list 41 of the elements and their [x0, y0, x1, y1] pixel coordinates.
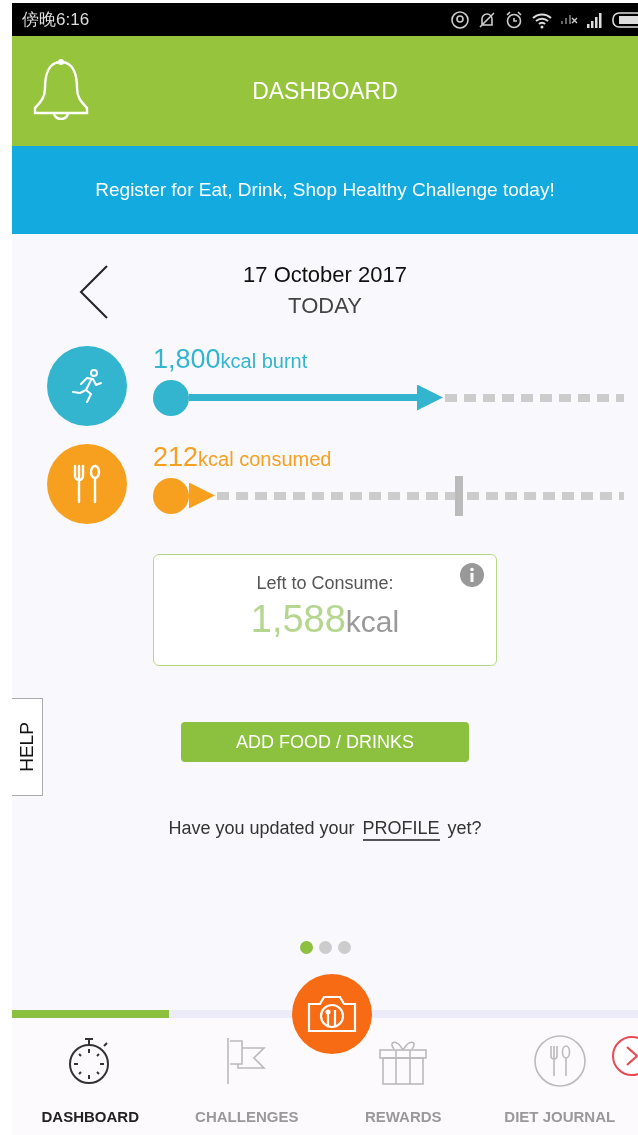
wifi-icon: [531, 10, 553, 29]
summary-value: 1,588kcal: [250, 598, 400, 641]
help-tab[interactable]: HELP: [12, 698, 43, 796]
metric-value: 1,800kcal burnt: [153, 343, 309, 375]
fork-spoon-icon: [532, 1034, 587, 1088]
profile-prompt-text: yet?: [447, 818, 482, 840]
signal-icon: [560, 14, 578, 25]
page-dot[interactable]: [337, 941, 351, 954]
info-icon[interactable]: [460, 563, 484, 587]
metric-value: 212kcal consumed: [153, 441, 333, 473]
chevron-right-icon: [625, 1045, 638, 1067]
camera-icon: [306, 994, 358, 1034]
profile-link[interactable]: PROFILE: [362, 818, 440, 841]
tab-label: DASHBOARD: [41, 1108, 139, 1125]
nav-tab[interactable]: DASHBOARD: [12, 1018, 169, 1135]
goal-marker: [455, 475, 463, 516]
hotspot-icon: [450, 9, 470, 30]
nav-tab[interactable]: CHALLENGES: [168, 1018, 325, 1135]
progress-start-dot: [153, 379, 189, 416]
tab-label: DIET JOURNAL: [504, 1108, 616, 1125]
summary-label: Left to Consume:: [256, 573, 394, 594]
header-title: DASHBOARD: [252, 77, 398, 105]
progress-start-dot: [153, 477, 189, 514]
date-label: 17 October 2017: [243, 262, 407, 288]
page-dot[interactable]: [318, 941, 332, 954]
mute-icon: [477, 9, 497, 30]
battery-icon: [612, 10, 638, 29]
signal-icon: [585, 10, 605, 29]
page-dot[interactable]: [299, 941, 313, 954]
add-food-button[interactable]: ADD FOOD / DRINKS: [181, 722, 469, 762]
tab-label: CHALLENGES: [195, 1108, 299, 1125]
profile-prompt-text: Have you updated your: [168, 818, 355, 840]
nav-tab[interactable]: DIET JOURNAL: [481, 1018, 638, 1135]
challenge-banner[interactable]: Register for Eat, Drink, Shop Healthy Challenge today!: [12, 146, 638, 234]
tab-label: REWARDS: [364, 1108, 442, 1125]
today-label: TODAY: [288, 293, 362, 319]
status-time: 傍晚6:16: [22, 9, 90, 31]
banner-text: Register for Eat, Drink, Shop Healthy Challenge today!: [95, 179, 555, 201]
nav-tab[interactable]: REWARDS: [325, 1018, 482, 1135]
alarm-icon: [504, 9, 524, 30]
bell-icon[interactable]: [32, 58, 90, 120]
